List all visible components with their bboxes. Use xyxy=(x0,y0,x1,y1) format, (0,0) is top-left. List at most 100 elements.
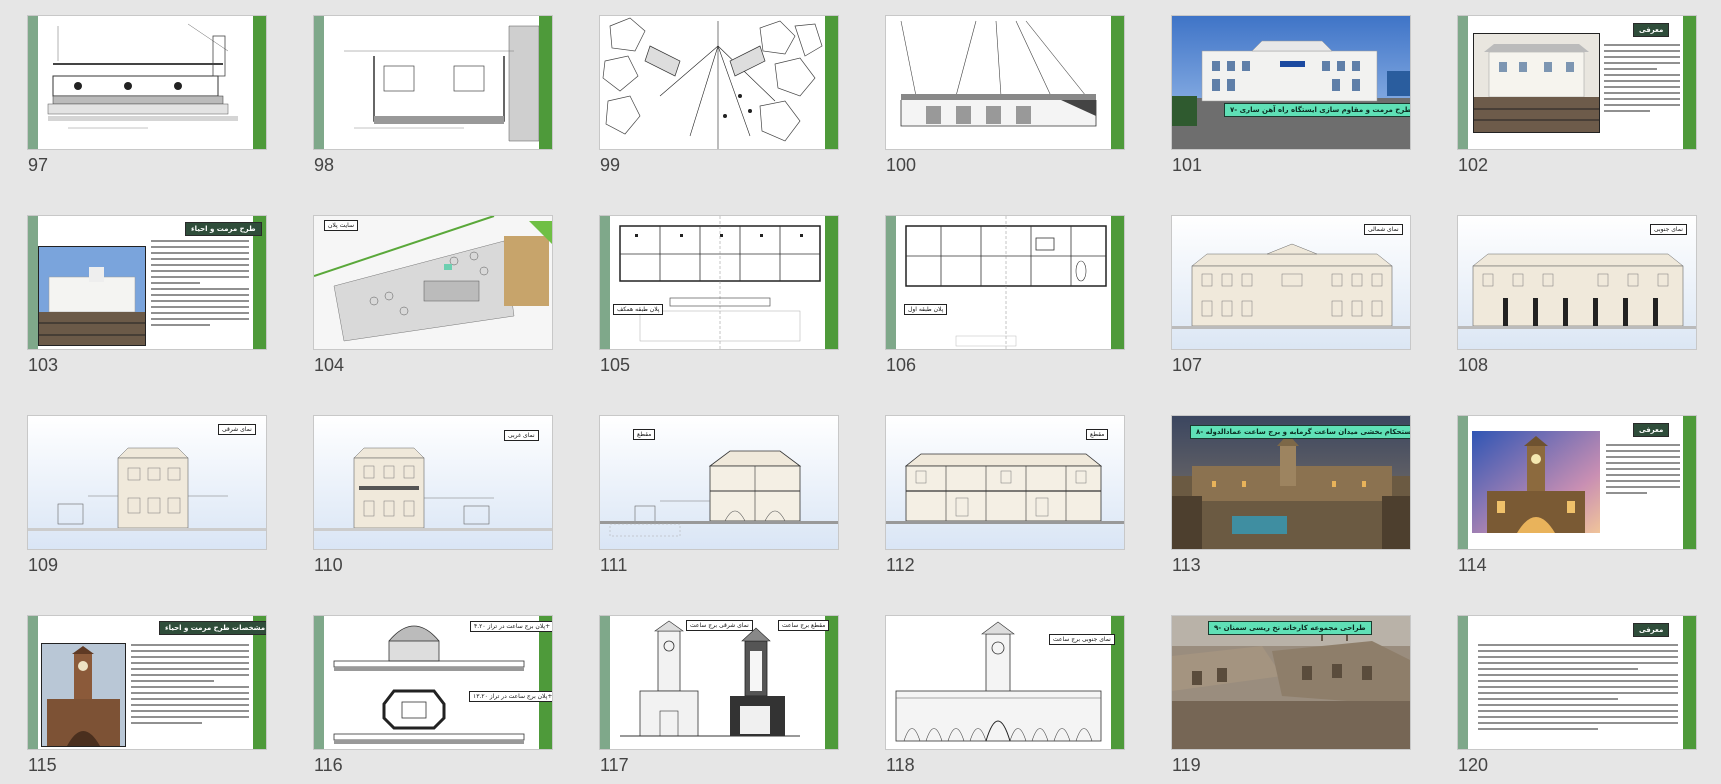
slide-body-text xyxy=(151,240,249,330)
station-photo xyxy=(1473,33,1600,133)
elevation-drawing xyxy=(1172,216,1410,349)
slide-side-bar xyxy=(600,216,610,349)
slide-thumbnail-101[interactable]: ۷- طرح مرمت و مقاوم سازی ایستگاه راه آهن… xyxy=(1171,15,1411,150)
slide-accent-bar xyxy=(1111,216,1124,349)
slide-cell: ۷- طرح مرمت و مقاوم سازی ایستگاه راه آهن… xyxy=(1171,15,1411,180)
slide-thumbnail-111[interactable]: مقطع xyxy=(599,415,839,550)
slide-cell: پلان طبقه اول 106 xyxy=(885,215,1125,380)
slide-body-text xyxy=(1478,644,1678,734)
slide-title-label: ۸- طرح مرمت و استحکام بخشی میدان ساعت گر… xyxy=(1190,425,1410,439)
slide-cell: مقطع 111 xyxy=(599,415,839,580)
slide-tag-label: مقطع xyxy=(1086,429,1109,440)
slide-thumbnail-97[interactable] xyxy=(27,15,267,150)
slide-cell: نمای غربی 110 xyxy=(313,415,553,580)
station-photo xyxy=(38,246,146,346)
slide-title-label: معرفی xyxy=(1633,623,1670,637)
slide-cell: معرفی 120 xyxy=(1457,615,1697,780)
slide-number: 99 xyxy=(600,155,621,175)
slide-accent-bar xyxy=(1683,16,1696,149)
slide-cell: 97 xyxy=(27,15,267,180)
slide-tag-label: سایت پلان xyxy=(324,220,358,231)
slide-accent-bar xyxy=(825,616,838,749)
slide-number: 102 xyxy=(1458,155,1489,175)
slide-number: 103 xyxy=(28,355,59,375)
slide-title-label: معرفی xyxy=(1633,23,1670,37)
detail-drawing xyxy=(47,23,238,129)
slide-cell: نمای جنوبی برج ساعت 118 xyxy=(885,615,1125,780)
slide-side-bar xyxy=(886,216,896,349)
slide-number: 98 xyxy=(314,155,335,175)
slide-tag-label: نمای غربی xyxy=(504,430,539,441)
slide-side-bar xyxy=(1458,416,1468,549)
tower-elevation-section-drawing xyxy=(620,620,800,737)
slide-number: 104 xyxy=(314,355,345,375)
slide-number: 113 xyxy=(1172,555,1201,575)
slide-number: 107 xyxy=(1172,355,1203,375)
slide-number: 109 xyxy=(28,555,59,575)
slide-tag-label: پلان برج ساعت در تراز ۱۳.۲۰+ xyxy=(469,691,552,702)
slide-title-label: ۹- طراحی مجموعه کارخانه نخ ریسی سمنان xyxy=(1208,621,1372,635)
slide-thumbnail-99[interactable] xyxy=(599,15,839,150)
slide-tag-label: نمای جنوبی xyxy=(1650,224,1687,235)
slide-thumbnail-102[interactable]: معرفی xyxy=(1457,15,1697,150)
slide-number: 117 xyxy=(600,755,629,775)
slide-number: 100 xyxy=(886,155,917,175)
slide-tag-label: مقطع برج ساعت xyxy=(778,620,830,631)
station-photo xyxy=(1172,16,1410,149)
slide-thumbnail-117[interactable]: نمای شرقی برج ساعت مقطع برج ساعت xyxy=(599,615,839,750)
slide-body-text xyxy=(131,644,249,728)
floor-plan-drawing xyxy=(619,216,821,349)
slide-accent-bar xyxy=(825,16,838,149)
slide-body-text xyxy=(1606,444,1680,498)
slide-thumbnail-115[interactable]: مشخصات طرح مرمت و احیاء xyxy=(27,615,267,750)
slide-thumbnail-105[interactable]: پلان طبقه همکف xyxy=(599,215,839,350)
slide-accent-bar xyxy=(1683,616,1696,749)
slide-number: 119 xyxy=(1172,755,1201,775)
slide-number: 101 xyxy=(1172,155,1203,175)
slide-number: 114 xyxy=(1458,555,1487,575)
slide-thumbnail-108[interactable]: نمای جنوبی xyxy=(1457,215,1697,350)
slide-body-text xyxy=(1604,44,1680,116)
slide-cell: 100 xyxy=(885,15,1125,180)
slide-thumbnail-119[interactable]: ۹- طراحی مجموعه کارخانه نخ ریسی سمنان xyxy=(1171,615,1411,750)
slide-side-bar xyxy=(28,616,38,749)
slide-thumbnail-104[interactable]: سایت پلان xyxy=(313,215,553,350)
slide-cell: نمای شرقی برج ساعت مقطع برج ساعت 117 xyxy=(599,615,839,780)
slide-thumbnail-106[interactable]: پلان طبقه اول xyxy=(885,215,1125,350)
floor-plan-drawing xyxy=(905,216,1107,349)
slide-tag-label: مقطع xyxy=(633,429,656,440)
slide-cell: مقطع 112 xyxy=(885,415,1125,580)
slide-accent-bar xyxy=(253,16,266,149)
slide-thumbnail-98[interactable] xyxy=(313,15,553,150)
slide-number: 106 xyxy=(886,355,917,375)
slide-cell: پلان طبقه همکف 105 xyxy=(599,215,839,380)
slide-thumbnail-107[interactable]: نمای شمالی xyxy=(1171,215,1411,350)
tower-plan-drawing xyxy=(333,625,525,744)
slide-thumbnail-110[interactable]: نمای غربی xyxy=(313,415,553,550)
slide-thumbnail-116[interactable]: پلان برج ساعت در تراز ۴.۲۰+ پلان برج ساع… xyxy=(313,615,553,750)
slide-thumbnail-112[interactable]: مقطع xyxy=(885,415,1125,550)
slide-cell: نمای جنوبی 108 xyxy=(1457,215,1697,380)
slide-title-label: معرفی xyxy=(1633,423,1670,437)
slide-cell: سایت پلان 104 xyxy=(313,215,553,380)
slide-cell: پلان برج ساعت در تراز ۴.۲۰+ پلان برج ساع… xyxy=(313,615,553,780)
section-drawing xyxy=(900,20,1097,127)
slide-tag-label: پلان طبقه همکف xyxy=(613,304,664,315)
slide-thumbnail-120[interactable]: معرفی xyxy=(1457,615,1697,750)
slide-sorter-grid: 97 98 99 100 ۷- طرح مرمت و مقاوم سازی ای… xyxy=(0,0,1721,784)
slide-number: 105 xyxy=(600,355,631,375)
slide-accent-bar xyxy=(539,616,552,749)
slide-thumbnail-113[interactable]: ۸- طرح مرمت و استحکام بخشی میدان ساعت گر… xyxy=(1171,415,1411,550)
slide-number: 110 xyxy=(314,555,343,575)
slide-tag-label: نمای شمالی xyxy=(1364,224,1403,235)
slide-thumbnail-114[interactable]: معرفی xyxy=(1457,415,1697,550)
slide-thumbnail-100[interactable] xyxy=(885,15,1125,150)
slide-thumbnail-103[interactable]: طرح مرمت و احیاء xyxy=(27,215,267,350)
slide-thumbnail-109[interactable]: نمای شرقی xyxy=(27,415,267,550)
slide-cell: نمای شرقی 109 xyxy=(27,415,267,580)
slide-tag-label: پلان طبقه اول xyxy=(904,304,948,315)
slide-side-bar xyxy=(1458,16,1468,149)
slide-number: 111 xyxy=(600,555,628,575)
slide-side-bar xyxy=(28,16,38,149)
slide-thumbnail-118[interactable]: نمای جنوبی برج ساعت xyxy=(885,615,1125,750)
